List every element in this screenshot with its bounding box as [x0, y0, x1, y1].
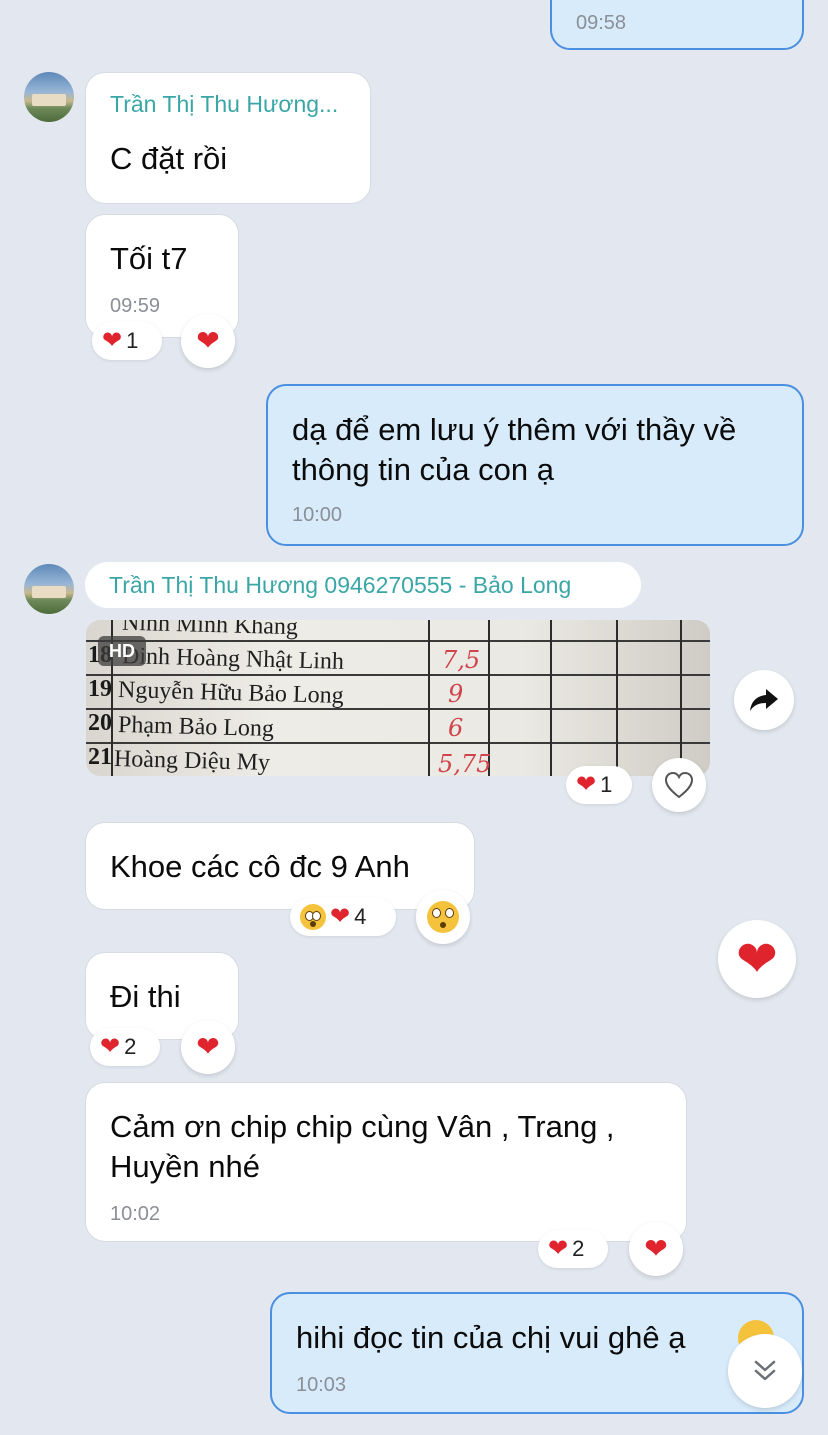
forward-icon: [750, 689, 778, 711]
message-bubble[interactable]: Cảm ơn chip chip cùng Vân , Trang , Huyề…: [85, 1082, 687, 1242]
photo-message[interactable]: Ninh Minh Khang 18 Đinh Hoàng Nhật Linh …: [86, 620, 710, 776]
message-text: Đi thi: [110, 979, 181, 1014]
sender-avatar[interactable]: [24, 564, 74, 614]
message-text: hihi đọc tin của chị vui ghê ạ: [296, 1320, 686, 1355]
message-time: 10:00: [292, 504, 343, 526]
message-text: dạ để em lưu ý thêm với thầy về thông ti…: [292, 412, 745, 487]
message-text: C đặt rồi: [110, 141, 228, 176]
reaction-summary[interactable]: ❤ 2: [90, 1028, 160, 1066]
sender-avatar[interactable]: [24, 72, 74, 122]
message-bubble[interactable]: Trần Thị Thu Hương... C đặt rồi: [85, 72, 371, 204]
sheet-score: 9: [448, 680, 464, 708]
sheet-number: 19: [88, 676, 112, 702]
sent-message-bubble[interactable]: dạ để em lưu ý thêm với thầy về thông ti…: [266, 384, 804, 546]
sent-message-bubble[interactable]: hihi đọc tin của chị vui ghê ạ 10:03: [270, 1292, 804, 1414]
sheet-number: 21: [88, 744, 112, 770]
quick-heart-button[interactable]: ❤: [718, 920, 796, 998]
reaction-summary[interactable]: ❤ 1: [92, 322, 162, 360]
sender-name-chip[interactable]: Trần Thị Thu Hương 0946270555 - Bảo Long: [85, 562, 641, 608]
reaction-summary[interactable]: ❤ 4: [290, 898, 396, 936]
reaction-count: 1: [600, 772, 613, 797]
message-time: 10:02: [110, 1203, 161, 1225]
heart-icon: ❤: [330, 903, 351, 930]
sheet-score: 6: [448, 714, 464, 742]
sheet-number: 20: [88, 710, 112, 736]
react-button[interactable]: ❤: [181, 1020, 235, 1074]
sent-message-bubble[interactable]: 09:58: [550, 0, 804, 50]
hd-badge: HD: [98, 636, 146, 666]
heart-icon: ❤: [102, 327, 123, 354]
message-text: Tối t7: [110, 241, 188, 276]
message-bubble[interactable]: Khoe các cô đc 9 Anh: [85, 822, 475, 910]
scroll-to-bottom-button[interactable]: [728, 1334, 802, 1408]
sender-name[interactable]: Trần Thị Thu Hương...: [110, 91, 360, 118]
reaction-count: 1: [126, 328, 139, 353]
react-button[interactable]: [416, 890, 470, 944]
flushed-face-icon: [427, 901, 459, 933]
sheet-name: Phạm Bảo Long: [117, 711, 275, 743]
reaction-count: 4: [354, 904, 367, 929]
message-time: 09:59: [110, 295, 161, 317]
heart-icon: ❤: [196, 325, 220, 356]
sheet-name: Hoàng Diệu My: [113, 745, 271, 776]
react-button[interactable]: ❤: [629, 1222, 683, 1276]
sheet-score: 5,75: [438, 750, 492, 776]
reaction-count: 2: [572, 1236, 585, 1261]
message-text: Cảm ơn chip chip cùng Vân , Trang , Huyề…: [110, 1109, 615, 1184]
heart-icon: ❤: [548, 1235, 569, 1262]
heart-icon: ❤: [644, 1233, 668, 1264]
reaction-count: 2: [124, 1034, 137, 1059]
reaction-summary[interactable]: ❤ 2: [538, 1230, 608, 1268]
message-time: 09:58: [576, 12, 627, 34]
message-time: 10:03: [296, 1374, 347, 1396]
reaction-summary[interactable]: ❤ 1: [566, 766, 632, 804]
sender-name[interactable]: Trần Thị Thu Hương 0946270555 - Bảo Long: [109, 572, 571, 599]
chevron-double-down-icon: [754, 1360, 776, 1381]
react-button[interactable]: ❤: [181, 314, 235, 368]
heart-outline-icon: [664, 771, 694, 799]
react-button[interactable]: [652, 758, 706, 812]
heart-icon: ❤: [576, 771, 597, 798]
sheet-score: 7,5: [442, 646, 481, 674]
sheet-name: Đinh Hoàng Nhật Linh: [121, 643, 345, 675]
heart-icon: ❤: [196, 1031, 220, 1062]
heart-icon: ❤: [736, 931, 778, 987]
flushed-face-icon: [300, 904, 326, 930]
forward-button[interactable]: [734, 670, 794, 730]
message-text: Khoe các cô đc 9 Anh: [110, 849, 410, 884]
heart-icon: ❤: [100, 1033, 121, 1060]
